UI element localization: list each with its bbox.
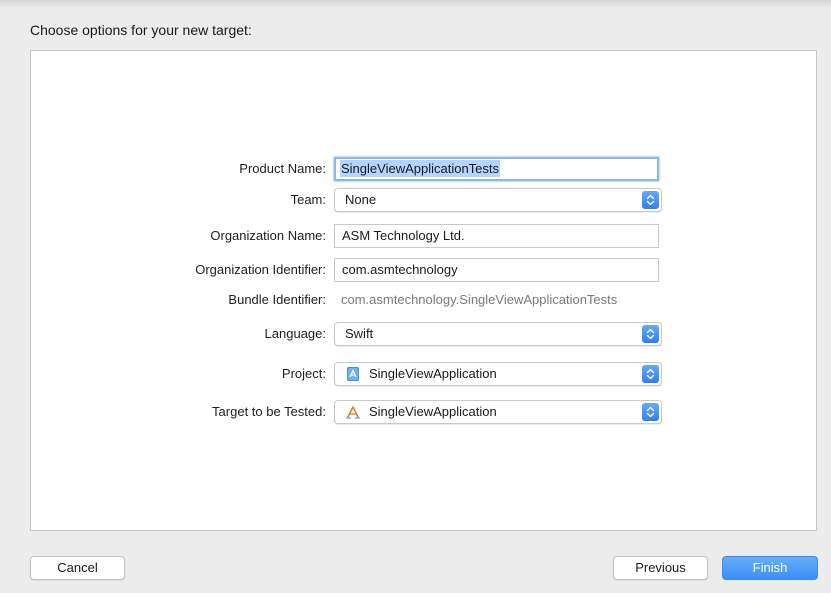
team-popup[interactable]: None — [334, 188, 662, 212]
row-organization-name: Organization Name: ASM Technology Ltd. — [0, 224, 831, 248]
row-target-to-be-tested: Target to be Tested: SingleViewApplicati… — [0, 400, 831, 424]
updown-arrows-icon — [642, 365, 659, 383]
project-label: Project: — [281, 366, 326, 381]
previous-button[interactable]: Previous — [613, 556, 708, 580]
target-to-be-tested-label: Target to be Tested: — [212, 404, 326, 419]
updown-arrows-icon — [642, 403, 659, 421]
organization-identifier-label: Organization Identifier: — [195, 262, 326, 277]
project-popup[interactable]: SingleViewApplication — [334, 362, 662, 386]
language-value: Swift — [345, 326, 374, 341]
app-target-icon — [345, 404, 361, 420]
product-name-value: SingleViewApplicationTests — [340, 160, 501, 177]
bundle-identifier-value: com.asmtechnology.SingleViewApplicationT… — [341, 292, 618, 307]
product-name-label: Product Name: — [239, 161, 326, 176]
language-popup[interactable]: Swift — [334, 322, 662, 346]
target-to-be-tested-value: SingleViewApplication — [369, 404, 497, 419]
row-organization-identifier: Organization Identifier: com.asmtechnolo… — [0, 258, 831, 282]
updown-arrows-icon — [642, 191, 659, 209]
row-product-name: Product Name: SingleViewApplicationTests — [0, 157, 831, 181]
product-name-input[interactable]: SingleViewApplicationTests — [334, 157, 659, 181]
project-value: SingleViewApplication — [369, 366, 497, 381]
team-value: None — [345, 192, 377, 207]
updown-arrows-icon — [642, 325, 659, 343]
row-bundle-identifier: Bundle Identifier: com.asmtechnology.Sin… — [0, 288, 831, 312]
organization-name-input[interactable]: ASM Technology Ltd. — [334, 224, 659, 248]
organization-identifier-input[interactable]: com.asmtechnology — [334, 258, 659, 282]
finish-button[interactable]: Finish — [722, 556, 818, 580]
bundle-identifier-label: Bundle Identifier: — [228, 292, 326, 307]
target-to-be-tested-popup[interactable]: SingleViewApplication — [334, 400, 662, 424]
language-label: Language: — [264, 326, 326, 341]
row-team: Team: None — [0, 188, 831, 212]
cancel-button[interactable]: Cancel — [30, 556, 125, 580]
xcode-project-icon — [345, 366, 361, 382]
row-language: Language: Swift — [0, 322, 831, 346]
window-top-shadow — [0, 0, 831, 8]
row-project: Project: SingleViewApplication — [0, 362, 831, 386]
organization-name-label: Organization Name: — [210, 228, 326, 243]
team-label: Team: — [290, 192, 326, 207]
dialog-heading: Choose options for your new target: — [30, 22, 252, 38]
